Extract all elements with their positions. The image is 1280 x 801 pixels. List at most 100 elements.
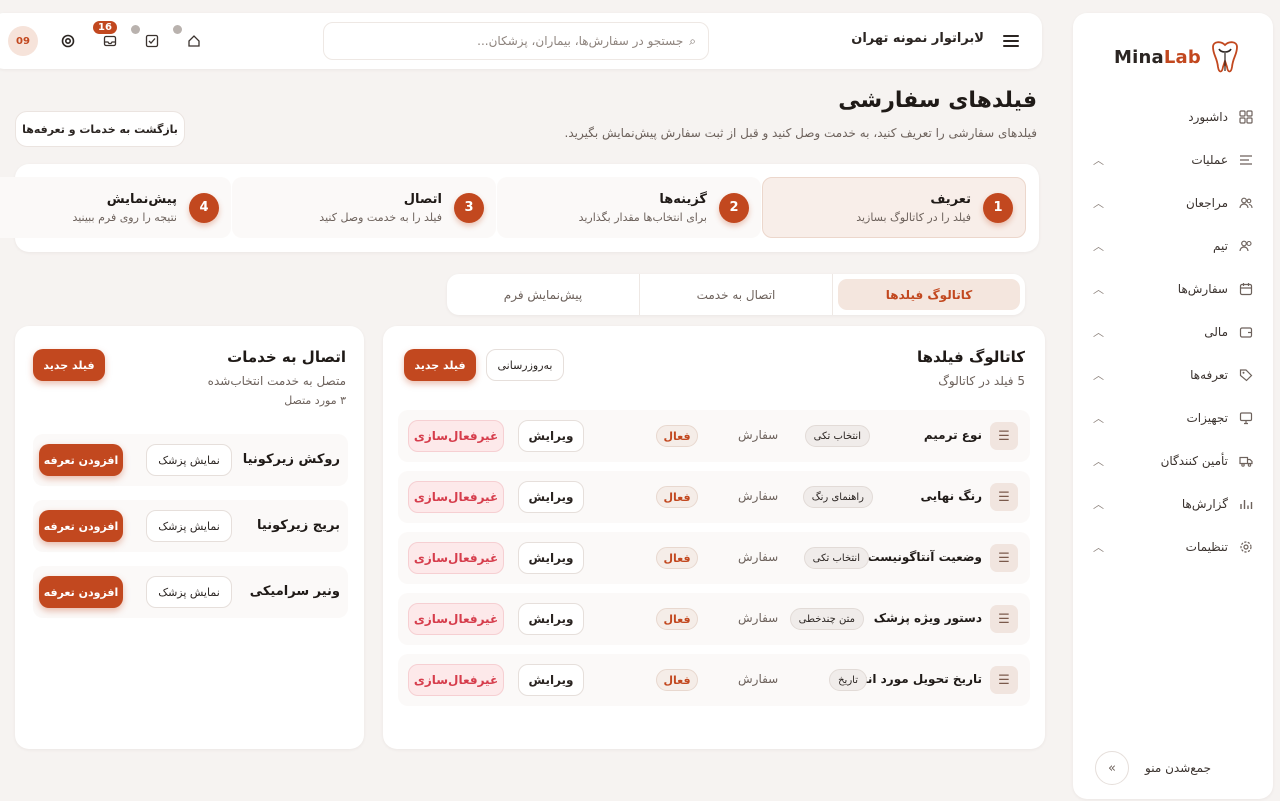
status-badge: فعال	[656, 547, 698, 569]
field-catalog-panel: کاتالوگ فیلدها 5 فیلد در کاتالوگ به‌روزر…	[383, 326, 1045, 749]
tab-2[interactable]: پیش‌نمایش فرم	[452, 279, 634, 310]
deactivate-button[interactable]: غیرفعال‌سازی	[408, 481, 504, 513]
field-scope: سفارش	[738, 489, 779, 503]
sidebar-item[interactable]: تجهیزات ︿	[1073, 396, 1273, 439]
search-icon: ⌕	[689, 33, 696, 48]
search-input[interactable]	[324, 34, 684, 48]
deactivate-button[interactable]: غیرفعال‌سازی	[408, 603, 504, 635]
field-scope: سفارش	[738, 428, 779, 442]
chevron-up-icon[interactable]: ︿	[1093, 367, 1104, 383]
chevron-up-icon[interactable]: ︿	[1093, 152, 1104, 168]
edit-button[interactable]: ویرایش	[518, 542, 584, 574]
add-tariff-button[interactable]: افزودن تعرفه	[39, 510, 123, 542]
sidebar-item-label: داشبورد	[1188, 109, 1228, 124]
sidebar-item[interactable]: گزارش‌ها ︿	[1073, 482, 1273, 525]
chevron-up-icon[interactable]: ︿	[1093, 238, 1104, 254]
gear-icon	[1237, 538, 1255, 556]
wizard-step[interactable]: 3 اتصال فیلد را به خدمت وصل کنید	[232, 177, 496, 238]
chart-icon	[1237, 495, 1255, 513]
back-to-services-button[interactable]: بازگشت به خدمات و تعرفه‌ها	[15, 111, 185, 147]
sidebar-item[interactable]: مالی ︿	[1073, 310, 1273, 353]
sidebar-item[interactable]: تأمین کنندگان ︿	[1073, 439, 1273, 482]
edit-button[interactable]: ویرایش	[518, 481, 584, 513]
sidebar-item-label: تعرفه‌ها	[1190, 367, 1228, 382]
chevron-up-icon[interactable]: ︿	[1093, 453, 1104, 469]
show-to-doctor-button[interactable]: نمایش پزشک	[146, 510, 232, 542]
drag-handle-icon[interactable]: ☰	[990, 422, 1018, 450]
edit-button[interactable]: ویرایش	[518, 603, 584, 635]
catalog-title: کاتالوگ فیلدها	[916, 348, 1025, 366]
page-subtitle: فیلدهای سفارشی را تعریف کنید، به خدمت وص…	[564, 126, 1037, 140]
refresh-button[interactable]: به‌روزرسانی	[486, 349, 564, 381]
new-field-button[interactable]: فیلد جدید	[404, 349, 476, 381]
status-badge: فعال	[656, 486, 698, 508]
connect-subtitle: متصل به خدمت انتخاب‌شده	[207, 374, 346, 388]
edit-button[interactable]: ویرایش	[518, 420, 584, 452]
deactivate-button[interactable]: غیرفعال‌سازی	[408, 542, 504, 574]
tab-0[interactable]: کاتالوگ فیلدها	[838, 279, 1020, 310]
sidebar-item[interactable]: عملیات ︿	[1073, 138, 1273, 181]
brand-logo[interactable]: MinaLab	[1114, 37, 1245, 77]
sidebar-item[interactable]: داشبورد	[1073, 95, 1273, 138]
field-type-badge: انتخاب تکی	[803, 547, 869, 569]
sidebar-item[interactable]: مراجعان ︿	[1073, 181, 1273, 224]
connect-title: اتصال به خدمات	[227, 348, 346, 366]
top-header: لابراتوار نمونه تهران ⌕ 16 09	[0, 13, 1042, 69]
drag-handle-icon[interactable]: ☰	[990, 544, 1018, 572]
page-title: فیلدهای سفارشی	[838, 88, 1037, 113]
field-row: ☰ رنگ نهایی راهنمای رنگ سفارش فعال ویرایش غیرف…	[398, 471, 1030, 523]
step-desc: فیلد را به خدمت وصل کنید	[319, 210, 442, 224]
tab-1[interactable]: اتصال به خدمت	[645, 279, 827, 310]
add-tariff-button[interactable]: افزودن تعرفه	[39, 576, 123, 608]
search-box[interactable]: ⌕	[323, 22, 709, 60]
collapse-menu-label: جمع‌شدن منو	[1145, 761, 1211, 775]
user-avatar[interactable]: 09	[8, 26, 38, 56]
step-desc: فیلد را در کاتالوگ بسازید	[856, 210, 971, 224]
sidebar-item[interactable]: تنظیمات ︿	[1073, 525, 1273, 568]
wizard-step[interactable]: 1 تعریف فیلد را در کاتالوگ بسازید	[762, 177, 1026, 238]
drag-handle-icon[interactable]: ☰	[990, 666, 1018, 694]
deactivate-button[interactable]: غیرفعال‌سازی	[408, 664, 504, 696]
chevron-up-icon[interactable]: ︿	[1093, 539, 1104, 555]
connect-new-field-button[interactable]: فیلد جدید	[33, 349, 105, 381]
brand-name-part1: Mina	[1114, 46, 1164, 68]
target-settings-icon[interactable]	[54, 27, 82, 55]
users-icon	[1237, 194, 1255, 212]
collapse-menu[interactable]: جمع‌شدن منو «	[1073, 751, 1273, 785]
field-row: ☰ تاریخ تحویل مورد انتظار تاریخ سفارش فعال وی…	[398, 654, 1030, 706]
tooth-logo-icon	[1212, 41, 1238, 73]
show-to-doctor-button[interactable]: نمایش پزشک	[146, 576, 232, 608]
sidebar-item-label: مراجعان	[1185, 195, 1228, 210]
sidebar-item[interactable]: تعرفه‌ها ︿	[1073, 353, 1273, 396]
deactivate-button[interactable]: غیرفعال‌سازی	[408, 420, 504, 452]
status-badge: فعال	[656, 608, 698, 630]
wizard-steps: 1 تعریف فیلد را در کاتالوگ بسازید 2 گزینه‌ها…	[0, 164, 1039, 252]
hamburger-menu-icon[interactable]	[996, 27, 1026, 55]
list-icon	[1237, 151, 1255, 169]
drag-handle-icon[interactable]: ☰	[990, 605, 1018, 633]
field-type-badge: راهنمای رنگ	[802, 486, 873, 508]
drag-handle-icon[interactable]: ☰	[990, 483, 1018, 511]
show-to-doctor-button[interactable]: نمایش پزشک	[146, 444, 232, 476]
chevron-up-icon[interactable]: ︿	[1093, 496, 1104, 512]
wizard-step[interactable]: 2 گزینه‌ها برای انتخاب‌ها مقدار بگذارید	[497, 177, 761, 238]
chevron-up-icon[interactable]: ︿	[1093, 195, 1104, 211]
step-desc: برای انتخاب‌ها مقدار بگذارید	[578, 210, 707, 224]
field-scope: سفارش	[738, 550, 779, 564]
edit-button[interactable]: ویرایش	[518, 664, 584, 696]
chevron-up-icon[interactable]: ︿	[1093, 324, 1104, 340]
chevron-up-icon[interactable]: ︿	[1093, 281, 1104, 297]
wizard-step[interactable]: 4 پیش‌نمایش نتیجه را روی فرم ببینید	[0, 177, 231, 238]
wallet-icon	[1237, 323, 1255, 341]
step-desc: نتیجه را روی فرم ببینید	[72, 210, 177, 224]
tab-divider	[832, 274, 833, 315]
add-tariff-button[interactable]: افزودن تعرفه	[39, 444, 123, 476]
sidebar-item[interactable]: تیم ︿	[1073, 224, 1273, 267]
tasks-check-icon[interactable]	[138, 27, 166, 55]
collapse-chevron-icon[interactable]: «	[1095, 751, 1129, 785]
step-title: پیش‌نمایش	[106, 191, 177, 207]
chevron-up-icon[interactable]: ︿	[1093, 410, 1104, 426]
team-icon	[1237, 237, 1255, 255]
home-icon[interactable]	[180, 27, 208, 55]
sidebar-item[interactable]: سفارش‌ها ︿	[1073, 267, 1273, 310]
